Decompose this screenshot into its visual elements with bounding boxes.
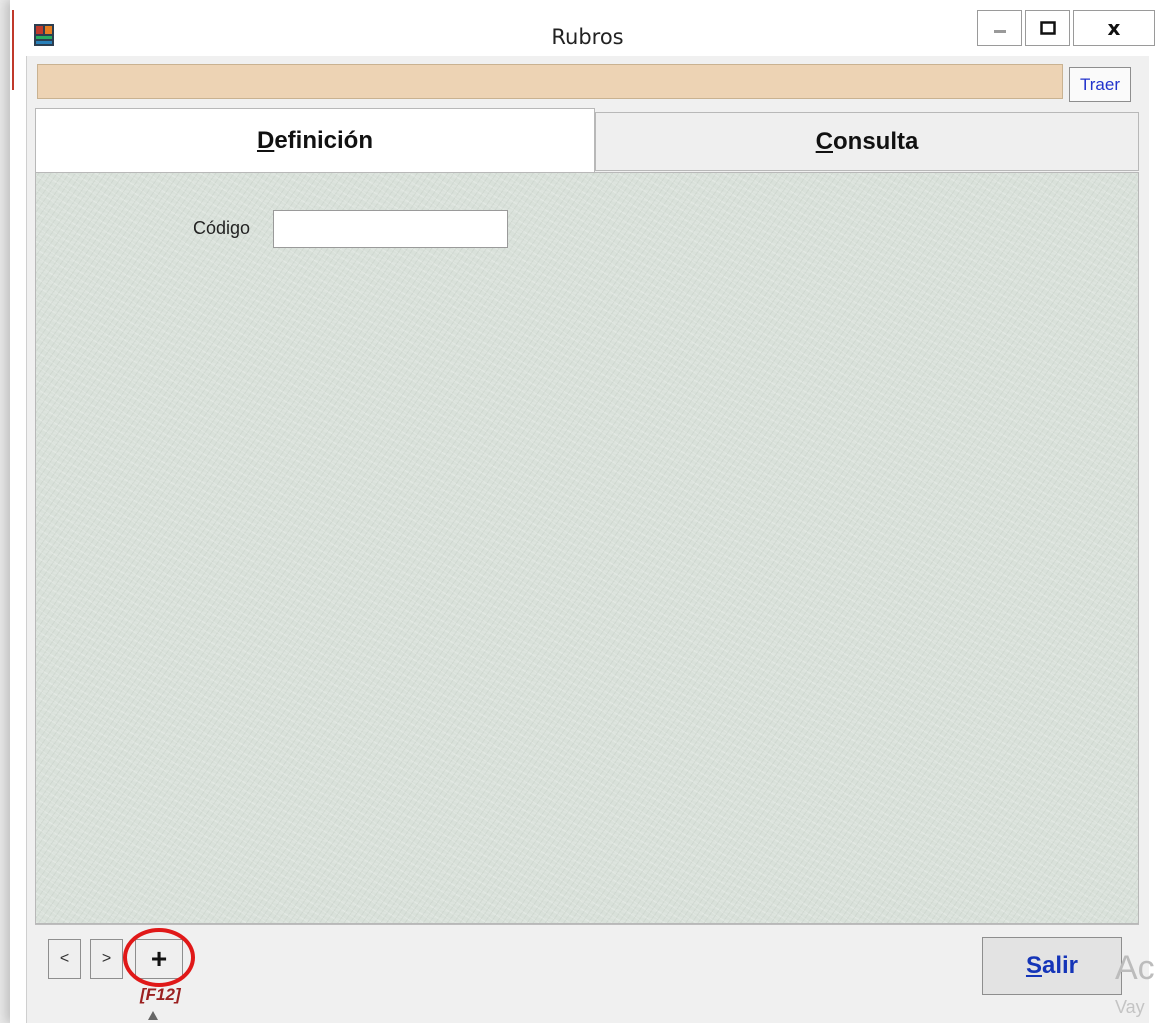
maximize-button[interactable]: [1025, 10, 1070, 46]
minimize-button[interactable]: [977, 10, 1022, 46]
tab-definicion[interactable]: Definición: [35, 108, 595, 172]
tab-definicion-label: Definición: [256, 126, 373, 154]
codigo-input[interactable]: [273, 210, 508, 248]
next-record-button[interactable]: >: [90, 939, 123, 979]
mouse-cursor-icon: [148, 1011, 158, 1020]
form-content: Traer Definición Consulta Código < > + […: [26, 56, 1155, 1023]
footer-bar: < > + [F12] Salir Ac Vay: [35, 924, 1155, 1023]
salir-button-label: Salir: [1025, 952, 1079, 979]
traer-button[interactable]: Traer: [1069, 67, 1131, 102]
close-icon: x: [1107, 16, 1121, 40]
activation-watermark-title: Ac: [1115, 949, 1155, 987]
maximize-icon: [1039, 21, 1056, 35]
window-edge-accent: [12, 10, 14, 90]
tab-strip: Definición Consulta: [35, 108, 1139, 172]
add-record-button[interactable]: +: [135, 939, 183, 979]
definicion-panel: Código: [35, 172, 1139, 924]
tab-consulta-label: Consulta: [815, 127, 919, 155]
plus-icon: +: [150, 943, 168, 974]
activation-watermark-subtitle: Vay: [1115, 997, 1145, 1017]
title-bar[interactable]: Rubros x: [20, 4, 1155, 56]
close-button[interactable]: x: [1073, 10, 1155, 46]
previous-record-button[interactable]: <: [48, 939, 81, 979]
search-bar[interactable]: [37, 64, 1063, 99]
minimize-icon: [993, 21, 1007, 35]
salir-button[interactable]: Salir: [982, 937, 1122, 995]
tab-consulta[interactable]: Consulta: [595, 112, 1139, 171]
add-shortcut-hint: [F12]: [140, 985, 181, 1004]
codigo-label: Código: [193, 218, 251, 238]
